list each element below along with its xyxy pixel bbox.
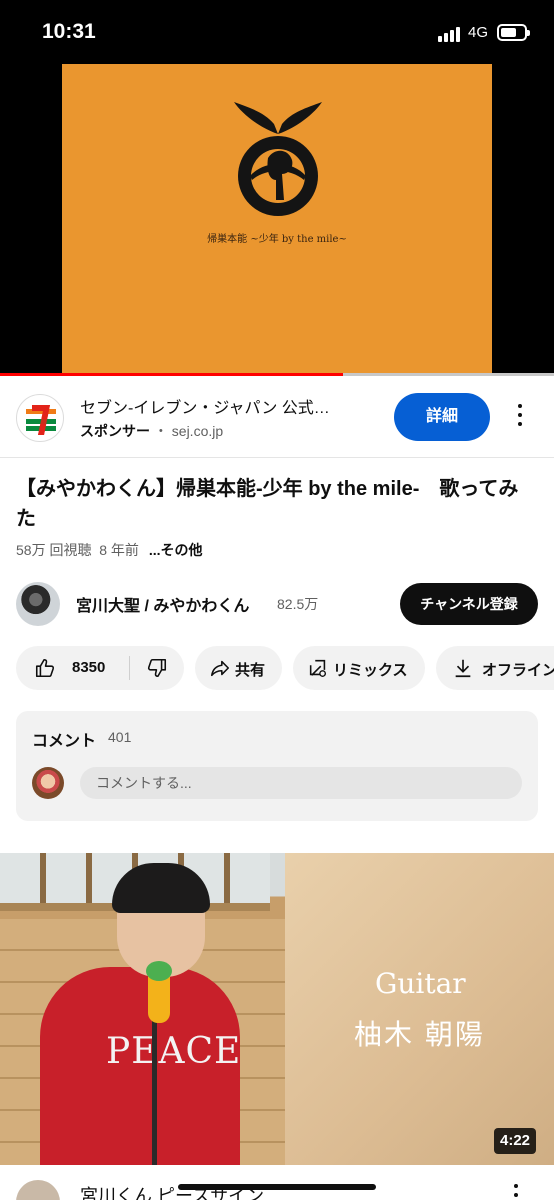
video-frame[interactable]: 帰巣本能 ~少年 by the mile~ [62,64,492,374]
thumbs-up-icon[interactable] [34,657,56,679]
share-button[interactable]: 共有 [195,646,282,690]
home-indicator[interactable] [178,1184,376,1190]
video-duration-badge: 4:22 [494,1128,537,1154]
offline-download-button[interactable]: オフライン [436,646,554,690]
comments-section[interactable]: コメント 401 コメントする... [16,711,538,821]
like-dislike-chip[interactable]: 8350 [16,646,184,690]
comment-input[interactable]: コメントする... [80,767,522,799]
sponsor-ad-row[interactable]: セブン-イレブン・ジャパン 公式… スポンサー ・ sej.co.jp 詳細 [0,376,554,458]
share-icon [210,660,230,677]
video-player[interactable]: 10:31 4G 帰巣本能 ~少年 by the mile~ [0,0,554,374]
like-divider [129,656,130,680]
video-meta[interactable]: 58万 回視聴 8 年前 ...その他 [16,540,203,560]
cellular-signal-icon [438,26,464,42]
sponsor-domain: sej.co.jp [171,423,224,439]
video-title[interactable]: 【みやかわくん】帰巣本能-少年 by the mile- 歌ってみた [16,474,536,534]
view-count: 58万 回視聴 [16,542,92,558]
subscribe-button[interactable]: チャンネル登録 [400,583,538,625]
shirt-print: PEACE [106,1031,242,1072]
sponsor-subline: スポンサー ・ sej.co.jp [80,421,223,441]
band-logo-icon [234,102,322,216]
remix-icon [309,659,327,677]
thumbs-down-icon[interactable] [146,657,168,679]
thumbnail-wood-panel [285,853,554,1165]
microphone-head [146,961,172,981]
comments-label: コメント [32,733,97,750]
download-icon [455,659,471,678]
like-count: 8350 [72,659,106,676]
share-label: 共有 [235,662,266,679]
offline-label: オフライン [482,662,554,679]
sponsor-separator: ・ [153,423,168,439]
next-video-more-icon[interactable] [514,1184,520,1200]
thumbnail-overlay-line2: 柚木 朝陽 [354,1018,485,1051]
user-avatar [32,767,64,799]
description-more-link[interactable]: ...その他 [149,542,203,558]
thumbnail-overlay-line1: Guitar [375,967,466,1000]
battery-level [501,28,517,37]
network-type: 4G [468,24,489,41]
comments-count: 401 [108,729,132,745]
subscriber-count: 82.5万 [277,596,319,612]
sponsor-more-icon[interactable] [510,404,530,430]
mic-stand [152,1003,157,1165]
status-time: 10:31 [42,20,96,43]
next-video-thumbnail[interactable]: PEACE Guitar 柚木 朝陽 4:22 [0,853,554,1165]
channel-name[interactable]: 宮川大聖 / みやかわくん [76,592,249,616]
upload-age: 8 年前 [99,542,139,558]
remix-label: リミックス [333,662,408,679]
next-video-channel-avatar[interactable] [16,1180,60,1200]
sponsor-label: スポンサー [80,423,150,439]
remix-button[interactable]: リミックス [293,646,425,690]
sponsor-title[interactable]: セブン-イレブン・ジャパン 公式… [80,394,370,418]
sponsor-details-button[interactable]: 詳細 [394,393,490,441]
battery-icon [497,24,530,41]
video-overlay-caption: 帰巣本能 ~少年 by the mile~ [207,234,347,245]
channel-avatar[interactable] [16,582,60,626]
seven-eleven-logo-icon [16,394,64,442]
